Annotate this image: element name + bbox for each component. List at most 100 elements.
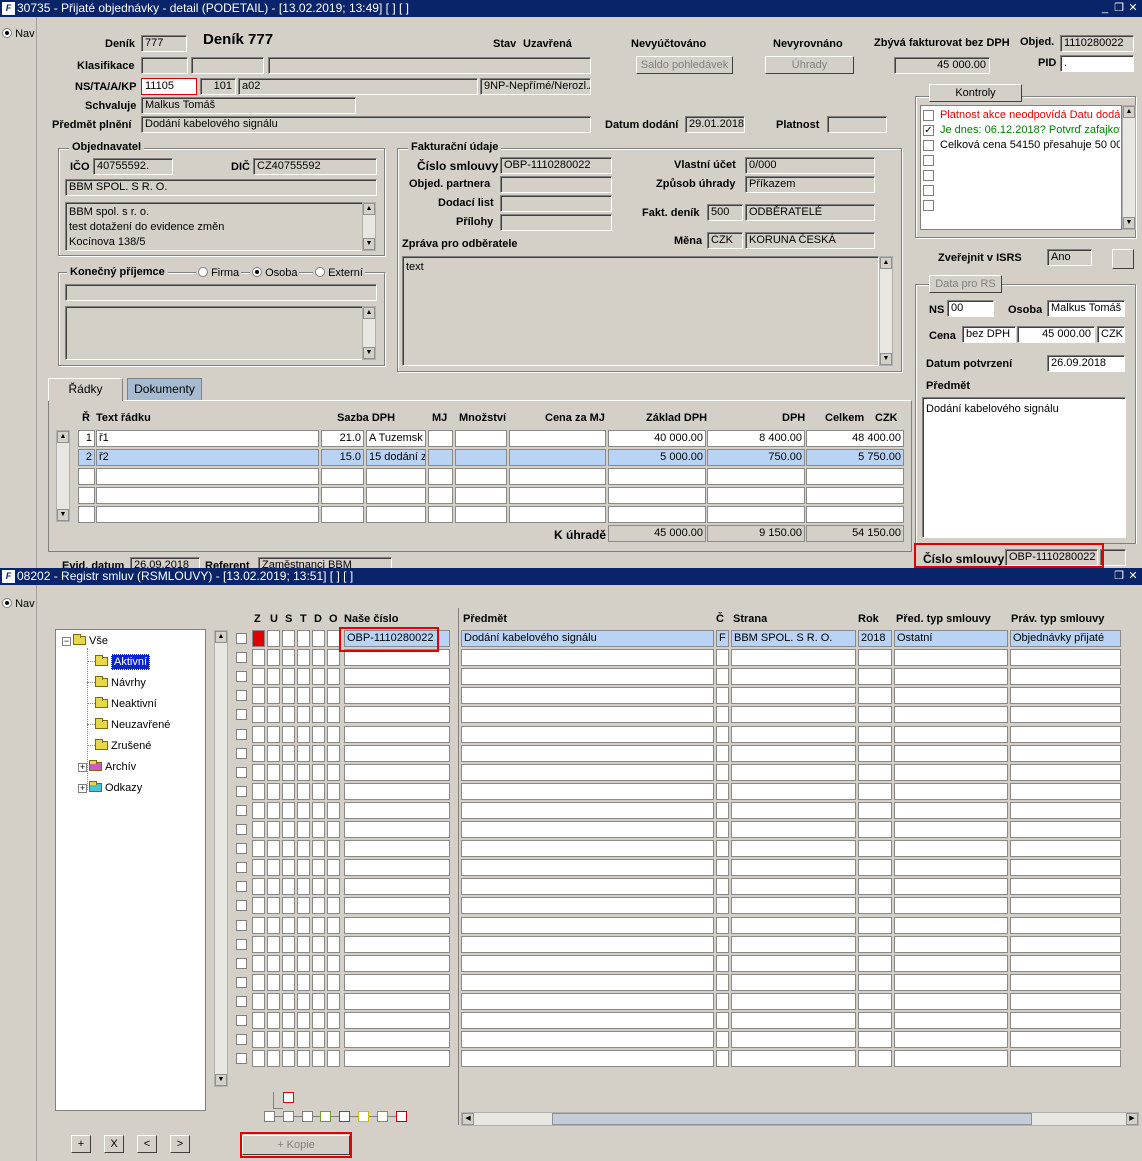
registr-cell[interactable] <box>1010 935 1121 953</box>
registr-cell[interactable] <box>461 1031 714 1049</box>
registr-cell[interactable] <box>461 801 714 819</box>
flag-cell[interactable] <box>297 687 310 705</box>
flag-cell[interactable] <box>267 935 280 953</box>
registr-cell[interactable] <box>858 1012 892 1029</box>
flag-cell[interactable] <box>297 935 310 953</box>
predmet-plneni-field[interactable]: Dodání kabelového signálu <box>141 116 591 133</box>
scroll-up-icon[interactable]: ▲ <box>1123 106 1135 118</box>
flag-cell[interactable] <box>282 744 295 762</box>
flag-cell[interactable] <box>267 744 280 762</box>
flag-cell[interactable] <box>282 897 295 915</box>
registr-cell[interactable]: Objednávky přijaté <box>1010 630 1121 647</box>
splitter[interactable] <box>458 608 459 1125</box>
flag-cell[interactable] <box>252 935 265 953</box>
flag-cell[interactable] <box>252 649 265 667</box>
row-checkbox[interactable] <box>236 671 247 683</box>
registr-cell[interactable] <box>716 973 729 991</box>
flag-cell[interactable] <box>327 706 340 724</box>
flag-cell[interactable] <box>312 916 325 934</box>
grid-cell[interactable]: 15.0 <box>321 449 364 466</box>
saldo-button[interactable]: Saldo pohledávek <box>636 56 733 74</box>
flag-cell[interactable] <box>267 821 280 838</box>
registr-cell[interactable] <box>716 706 729 724</box>
row-checkbox[interactable] <box>236 900 247 912</box>
registr-cell[interactable] <box>731 649 856 667</box>
flag-cell[interactable] <box>267 954 280 972</box>
registr-cell[interactable] <box>1010 725 1121 743</box>
registr-cell[interactable] <box>731 992 856 1010</box>
flag-cell[interactable] <box>267 801 280 819</box>
registr-cell[interactable] <box>461 744 714 762</box>
registr-cell[interactable] <box>858 954 892 972</box>
mena-name-field[interactable]: KORUNA ČESKÁ <box>745 232 875 249</box>
zprava-scrollbar[interactable]: ▲ ▼ <box>879 256 893 366</box>
zpusob-uhrady-field[interactable]: Příkazem <box>745 176 875 193</box>
registr-cell[interactable] <box>894 897 1008 915</box>
cena-type-field[interactable]: bez DPH <box>962 326 1016 343</box>
registr-cell[interactable] <box>344 782 450 800</box>
registr-cell[interactable] <box>894 782 1008 800</box>
registr-cell[interactable] <box>1010 1012 1121 1029</box>
registr-cell[interactable] <box>858 782 892 800</box>
row-checkbox[interactable] <box>236 747 247 759</box>
registr-cell[interactable] <box>858 840 892 858</box>
flag-cell[interactable] <box>267 763 280 781</box>
registr-cell[interactable] <box>716 1031 729 1049</box>
flag-cell[interactable] <box>252 973 265 991</box>
tree-item[interactable]: + Odkazy <box>78 781 142 794</box>
konecny-scrollbar[interactable]: ▲ ▼ <box>362 306 376 360</box>
nav-radio-1[interactable]: Nav <box>2 28 35 40</box>
registr-cell[interactable] <box>344 973 450 991</box>
registr-cell[interactable] <box>1010 1031 1121 1049</box>
data-rs-button[interactable]: Data pro RS <box>929 275 1002 293</box>
flag-cell[interactable] <box>282 840 295 858</box>
registr-cell[interactable] <box>894 878 1008 896</box>
scroll-down-icon[interactable]: ▼ <box>363 347 375 359</box>
tree-item[interactable]: Neaktivní <box>87 697 157 710</box>
registr-cell[interactable] <box>461 1050 714 1068</box>
flag-cell[interactable] <box>267 992 280 1010</box>
scroll-up-icon[interactable]: ▲ <box>880 257 892 269</box>
registr-cell[interactable] <box>1010 878 1121 896</box>
grid-cell[interactable] <box>428 468 453 485</box>
registr-cell[interactable] <box>731 916 856 934</box>
grid-cell[interactable]: 750.00 <box>707 449 805 466</box>
registr-cell[interactable] <box>716 744 729 762</box>
flag-cell[interactable] <box>297 973 310 991</box>
registr-cell[interactable]: BBM SPOL. S R. O. <box>731 630 856 647</box>
dic-field[interactable]: CZ40755592 <box>253 158 377 175</box>
row-checkbox[interactable] <box>236 1034 247 1046</box>
registr-cell[interactable] <box>461 897 714 915</box>
grid-cell[interactable] <box>806 506 904 523</box>
grid-cell[interactable]: ř1 <box>96 430 319 447</box>
grid-cell[interactable]: 48 400.00 <box>806 430 904 447</box>
flag-cell[interactable] <box>327 1031 340 1049</box>
flag-cell[interactable] <box>297 668 310 686</box>
registr-cell[interactable]: 2018 <box>858 630 892 647</box>
row-checkbox[interactable] <box>236 766 247 778</box>
flag-cell[interactable] <box>252 801 265 819</box>
objed-field[interactable]: 1110280022 <box>1060 35 1134 52</box>
registr-cell[interactable]: F <box>716 630 729 647</box>
registr-cell[interactable] <box>858 763 892 781</box>
kontrola-checkbox[interactable]: ✓ <box>923 125 934 136</box>
registr-cell[interactable] <box>344 668 450 686</box>
flag-cell[interactable] <box>327 1050 340 1068</box>
flag-cell[interactable] <box>267 878 280 896</box>
scroll-up-icon[interactable]: ▲ <box>215 631 227 643</box>
grid-cell[interactable]: 5 000.00 <box>608 449 706 466</box>
grid-cell[interactable] <box>509 506 606 523</box>
flag-cell[interactable] <box>312 992 325 1010</box>
row-checkbox[interactable] <box>236 652 247 664</box>
close-icon[interactable]: ✕ <box>1126 1 1140 15</box>
flag-cell[interactable] <box>312 821 325 838</box>
flag-cell[interactable] <box>282 1012 295 1029</box>
flag-cell[interactable] <box>252 630 265 647</box>
registr-cell[interactable] <box>858 649 892 667</box>
prilohy-field[interactable] <box>500 214 612 231</box>
tab-radky[interactable]: Řádky <box>48 378 123 401</box>
registr-cell[interactable] <box>894 668 1008 686</box>
registr-cell[interactable] <box>858 878 892 896</box>
adresa-field[interactable]: BBM spol. s r. o. test dotažení do evide… <box>65 202 363 251</box>
registr-cell[interactable] <box>716 782 729 800</box>
